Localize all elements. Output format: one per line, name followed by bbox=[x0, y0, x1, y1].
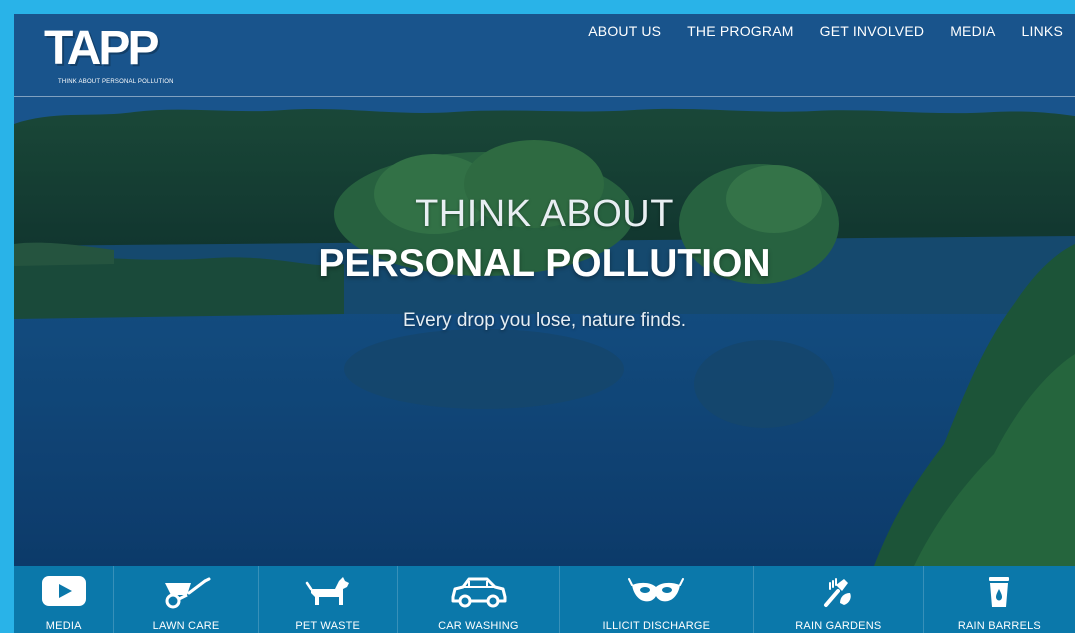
hero-banner: TAPP THINK ABOUT PERSONAL POLLUTION ABOU… bbox=[14, 14, 1075, 566]
hero-text: THINK ABOUT PERSONAL POLLUTION Every dro… bbox=[14, 192, 1075, 332]
topic-pet-waste[interactable]: PET WASTE bbox=[259, 566, 398, 633]
topic-label: PET WASTE bbox=[295, 620, 361, 632]
topic-car-washing[interactable]: CAR WASHING bbox=[398, 566, 560, 633]
tapp-logo[interactable]: TAPP THINK ABOUT PERSONAL POLLUTION bbox=[44, 21, 174, 87]
main-nav: ABOUT US THE PROGRAM GET INVOLVED MEDIA … bbox=[588, 22, 1063, 40]
nav-about-us[interactable]: ABOUT US bbox=[588, 22, 661, 40]
topic-label: RAIN BARRELS bbox=[957, 620, 1041, 632]
nav-media[interactable]: MEDIA bbox=[950, 22, 995, 40]
barrel-icon bbox=[989, 577, 1010, 607]
mask-icon bbox=[628, 578, 685, 602]
topic-rain-barrels[interactable]: RAIN BARRELS bbox=[924, 566, 1075, 633]
topic-lawn-care[interactable]: LAWN CARE bbox=[114, 566, 259, 633]
hero-heading-line2: PERSONAL POLLUTION bbox=[318, 242, 771, 285]
hero-tagline: Every drop you lose, nature finds. bbox=[402, 310, 687, 331]
site-header: TAPP THINK ABOUT PERSONAL POLLUTION ABOU… bbox=[14, 14, 1075, 97]
topic-media[interactable]: MEDIA bbox=[14, 566, 115, 633]
wheelbarrow-icon bbox=[165, 577, 211, 609]
nav-the-program[interactable]: THE PROGRAM bbox=[687, 22, 793, 40]
topic-label: LAWN CARE bbox=[152, 620, 220, 632]
car-icon bbox=[451, 577, 507, 608]
nav-links[interactable]: LINKS bbox=[1022, 22, 1063, 40]
topic-label: MEDIA bbox=[45, 620, 82, 632]
topic-label: CAR WASHING bbox=[438, 620, 519, 632]
topic-rain-gardens[interactable]: RAIN GARDENS bbox=[754, 566, 924, 633]
play-icon bbox=[41, 576, 86, 606]
nav-get-involved[interactable]: GET INVOLVED bbox=[820, 22, 925, 40]
topic-illicit-discharge[interactable]: ILLICIT DISCHARGE bbox=[560, 566, 754, 633]
topic-label: ILLICIT DISCHARGE bbox=[602, 620, 711, 632]
garden-tools-icon bbox=[824, 578, 852, 607]
logo-wordmark: TAPP bbox=[44, 22, 159, 75]
dog-icon bbox=[305, 577, 349, 605]
topic-icon-bar: MEDIA LAWN CARE PET WASTE CAR WASHING IL… bbox=[14, 566, 1075, 633]
logo-tagline: THINK ABOUT PERSONAL POLLUTION bbox=[58, 79, 174, 85]
hero-heading-line1: THINK ABOUT bbox=[415, 193, 674, 235]
page-frame: TAPP THINK ABOUT PERSONAL POLLUTION ABOU… bbox=[14, 14, 1075, 633]
topic-label: RAIN GARDENS bbox=[795, 620, 882, 632]
